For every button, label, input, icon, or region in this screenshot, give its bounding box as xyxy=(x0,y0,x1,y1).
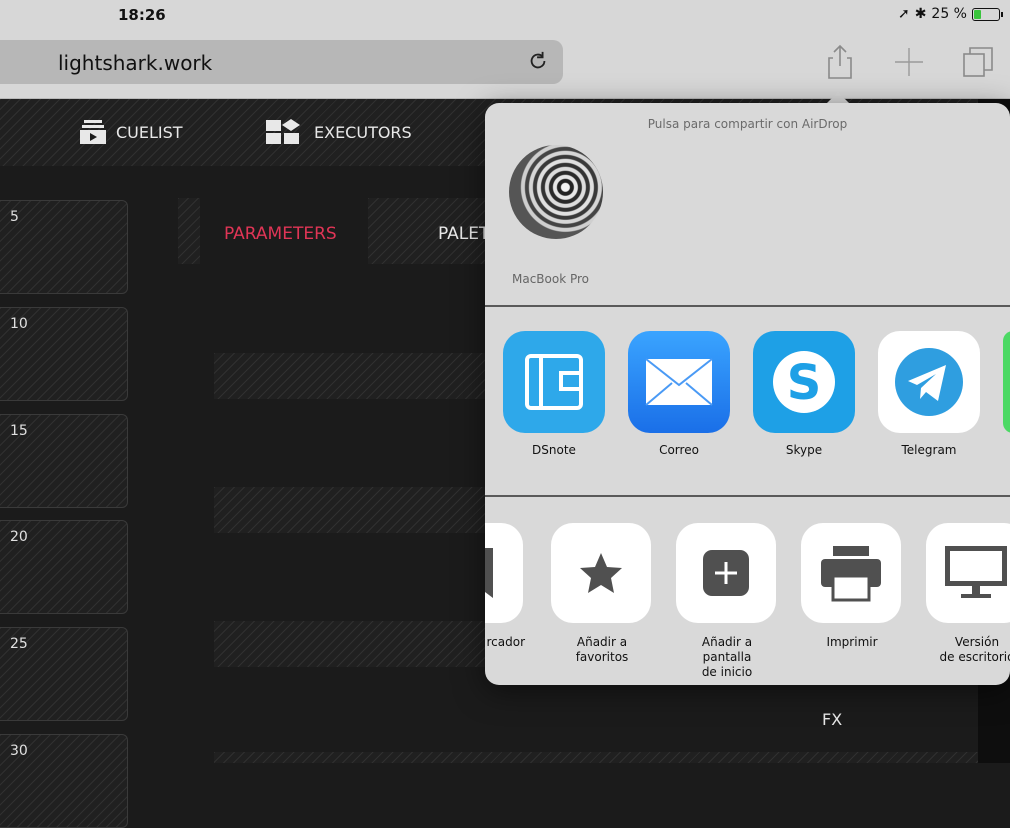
action-label: Añadir a favoritos xyxy=(575,635,629,664)
cue-number: 20 xyxy=(10,529,28,545)
section-divider xyxy=(485,305,1010,307)
share-app-label: Telegram xyxy=(901,443,957,457)
share-app-mail[interactable]: Correo xyxy=(628,331,730,457)
share-app-label: Skype xyxy=(785,443,823,457)
cue-slot[interactable]: 5 xyxy=(0,200,128,294)
panel-divider xyxy=(178,198,200,264)
status-bar: 18:26 ➚ ✱ 25 % xyxy=(0,0,1010,30)
action-add-favorites[interactable]: Añadir a favoritos xyxy=(551,523,653,665)
telegram-icon xyxy=(878,331,980,433)
tab-executors[interactable]: EXECUTORS xyxy=(266,119,412,145)
cue-number: 5 xyxy=(10,209,19,225)
action-bookmark[interactable]: rcador xyxy=(485,523,525,650)
cue-slot[interactable]: 15 xyxy=(0,414,128,508)
share-sheet: Pulsa para compartir con AirDrop MacBook… xyxy=(485,103,1010,685)
desktop-icon xyxy=(926,523,1010,623)
add-home-icon xyxy=(676,523,776,623)
bookmark-icon xyxy=(485,523,523,623)
section-divider xyxy=(485,495,1010,497)
tab-cuelist-label: CUELIST xyxy=(116,122,183,142)
tab-cuelist[interactable]: CUELIST xyxy=(80,119,183,145)
cue-number: 30 xyxy=(10,743,28,759)
cue-number: 10 xyxy=(10,316,28,332)
action-print[interactable]: Imprimir xyxy=(801,523,903,650)
airdrop-device-avatar[interactable] xyxy=(509,145,603,239)
share-icon[interactable] xyxy=(822,44,858,80)
share-app-skype[interactable]: S Skype xyxy=(753,331,855,457)
cue-slot[interactable]: 10 xyxy=(0,307,128,401)
share-app-label: Correo xyxy=(659,443,699,457)
bluetooth-icon: ✱ xyxy=(914,6,927,22)
mail-icon xyxy=(628,331,730,433)
tab-palettes[interactable]: PALET xyxy=(438,224,489,244)
status-time: 18:26 xyxy=(118,6,166,24)
action-label: Añadir a pantalla de inicio xyxy=(701,635,753,679)
tab-executors-label: EXECUTORS xyxy=(314,122,412,142)
cue-number: 25 xyxy=(10,636,28,652)
address-bar[interactable]: lightshark.work xyxy=(0,40,563,84)
location-icon: ➚ xyxy=(897,6,910,22)
share-app-partial[interactable] xyxy=(1003,331,1010,433)
printer-icon xyxy=(801,523,901,623)
dsnote-icon xyxy=(503,331,605,433)
tab-fx[interactable]: FX xyxy=(822,710,842,729)
executors-icon xyxy=(266,119,300,144)
battery-fill xyxy=(974,9,981,19)
airdrop-device-name: MacBook Pro xyxy=(512,272,590,286)
battery-percent: 25 % xyxy=(931,6,967,22)
action-label: Versión de escritorio xyxy=(939,635,1010,664)
parameter-row[interactable] xyxy=(214,621,486,667)
share-app-telegram[interactable]: Telegram xyxy=(878,331,980,457)
url-text: lightshark.work xyxy=(58,51,213,75)
star-icon xyxy=(551,523,651,623)
svg-text:S: S xyxy=(787,355,822,411)
skype-icon: S xyxy=(753,331,855,433)
cue-slot[interactable]: 25 xyxy=(0,627,128,721)
cue-number: 15 xyxy=(10,423,28,439)
tab-parameters[interactable]: PARAMETERS xyxy=(224,224,337,244)
parameter-row xyxy=(214,752,978,763)
action-desktop-version[interactable]: Versión de escritorio xyxy=(926,523,1010,665)
action-label: rcador xyxy=(486,635,525,649)
parameter-row[interactable] xyxy=(214,487,486,533)
action-add-home-screen[interactable]: Añadir a pantalla de inicio xyxy=(676,523,778,680)
cue-slot[interactable]: 30 xyxy=(0,734,128,828)
cuelist-icon xyxy=(80,120,106,144)
share-app-dsnote[interactable]: DSnote xyxy=(503,331,605,457)
cue-slot[interactable]: 20 xyxy=(0,520,128,614)
new-tab-icon[interactable] xyxy=(891,44,927,80)
share-app-label: DSnote xyxy=(532,443,576,457)
reload-icon[interactable] xyxy=(527,50,549,72)
parameter-row[interactable] xyxy=(214,353,486,399)
browser-toolbar: lightshark.work xyxy=(0,30,1010,99)
airdrop-hint: Pulsa para compartir con AirDrop xyxy=(647,117,848,131)
status-right: ➚ ✱ 25 % xyxy=(897,6,1003,22)
action-label: Imprimir xyxy=(826,635,878,649)
battery-icon xyxy=(972,7,1003,21)
tabs-icon[interactable] xyxy=(961,44,997,80)
